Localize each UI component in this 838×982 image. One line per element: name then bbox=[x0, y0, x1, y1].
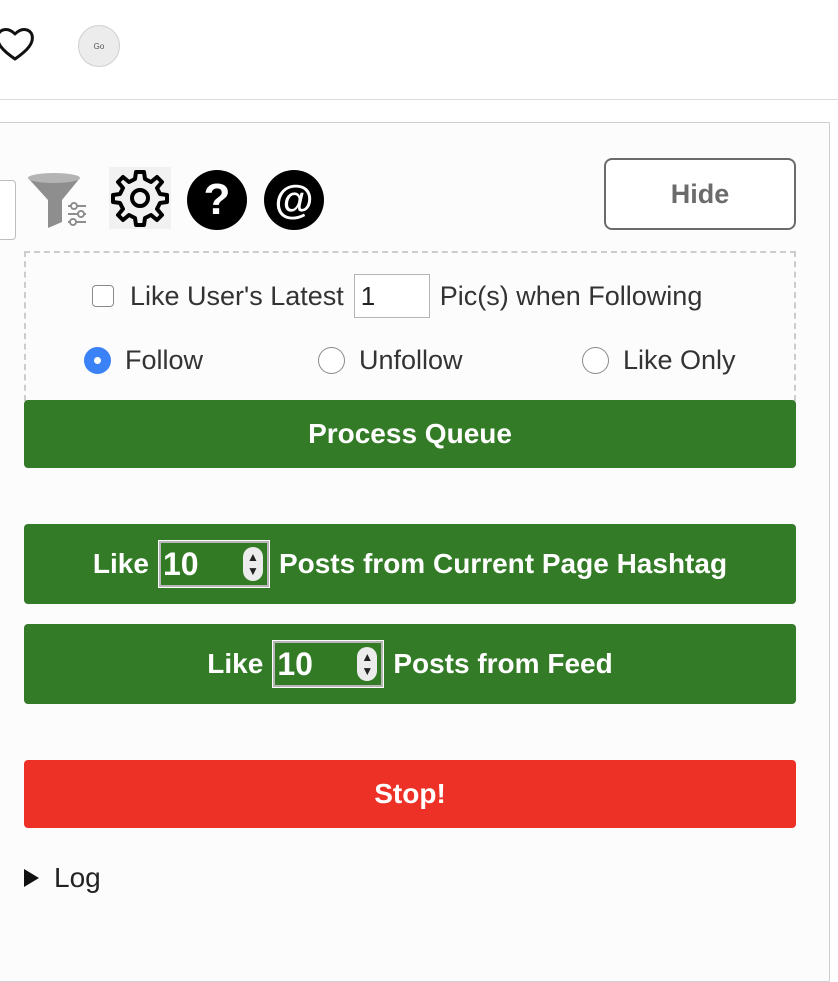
disclosure-triangle-icon[interactable] bbox=[24, 869, 39, 887]
like-latest-prefix: Like User's Latest bbox=[130, 280, 344, 311]
heart-icon[interactable] bbox=[0, 24, 36, 66]
like-latest-count-input[interactable] bbox=[353, 274, 430, 318]
top-bar: Go bbox=[0, 0, 838, 100]
like-latest-suffix: Pic(s) when Following bbox=[439, 280, 703, 311]
like-latest-checkbox[interactable] bbox=[92, 285, 114, 307]
radio-follow-button[interactable] bbox=[84, 346, 111, 374]
radio-unfollow[interactable]: Unfollow bbox=[318, 338, 463, 382]
partial-input-field[interactable] bbox=[0, 180, 16, 240]
stepper-arrows-icon[interactable]: ▲ ▼ bbox=[242, 547, 263, 581]
radio-like-only-label: Like Only bbox=[623, 344, 736, 375]
avatar[interactable]: Go bbox=[78, 25, 120, 67]
like-hashtag-prefix: Like bbox=[92, 548, 149, 579]
like-feed-posts-button[interactable]: Like 10 ▲ ▼ Posts from Feed bbox=[24, 624, 796, 704]
like-hashtag-posts-button[interactable]: Like 10 ▲ ▼ Posts from Current Page Hasht… bbox=[24, 524, 796, 604]
feed-count-value: 10 bbox=[277, 645, 313, 682]
help-icon[interactable]: ? bbox=[187, 170, 247, 230]
feed-count-stepper[interactable]: 10 ▲ ▼ bbox=[272, 640, 385, 688]
radio-like-only[interactable]: Like Only bbox=[582, 338, 736, 382]
filter-icon[interactable] bbox=[24, 170, 88, 230]
radio-like-only-button[interactable] bbox=[582, 346, 609, 374]
log-disclosure[interactable]: Log bbox=[24, 858, 101, 898]
stepper-arrows-icon[interactable]: ▲ ▼ bbox=[357, 647, 378, 681]
like-latest-option: Like User's Latest Pic(s) when Following bbox=[92, 272, 702, 320]
avatar-text: Go bbox=[93, 41, 105, 51]
stop-button[interactable]: Stop! bbox=[24, 760, 796, 828]
like-feed-suffix: Posts from Feed bbox=[393, 648, 613, 679]
like-feed-prefix: Like bbox=[207, 648, 264, 679]
at-icon[interactable]: @ bbox=[264, 170, 324, 230]
radio-unfollow-label: Unfollow bbox=[359, 344, 463, 375]
gear-icon[interactable] bbox=[109, 167, 171, 229]
hide-button[interactable]: Hide bbox=[604, 158, 796, 230]
radio-follow-label: Follow bbox=[125, 344, 204, 375]
hashtag-count-stepper[interactable]: 10 ▲ ▼ bbox=[157, 540, 270, 588]
log-label: Log bbox=[54, 862, 101, 893]
radio-unfollow-button[interactable] bbox=[318, 346, 345, 374]
radio-follow[interactable]: Follow bbox=[84, 338, 203, 382]
like-hashtag-suffix: Posts from Current Page Hashtag bbox=[278, 548, 728, 579]
hashtag-count-value: 10 bbox=[162, 545, 199, 582]
process-queue-button[interactable]: Process Queue bbox=[24, 400, 796, 468]
